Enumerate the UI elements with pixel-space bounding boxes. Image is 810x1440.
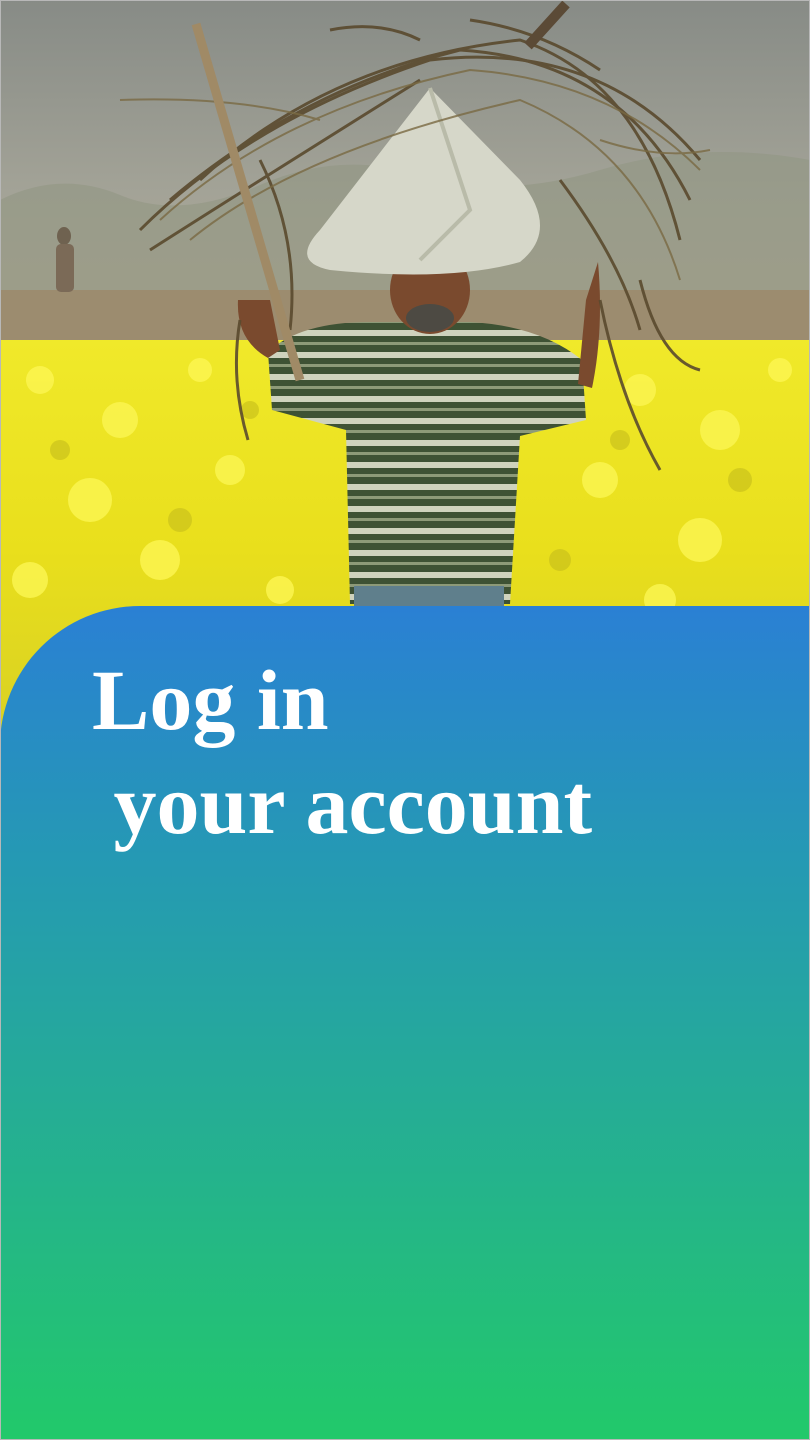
login-title-line2: your account xyxy=(92,756,593,852)
login-screen: Log in your account xyxy=(0,0,810,1440)
login-title: Log in your account xyxy=(92,648,592,856)
login-title-line1: Log in xyxy=(92,652,329,748)
